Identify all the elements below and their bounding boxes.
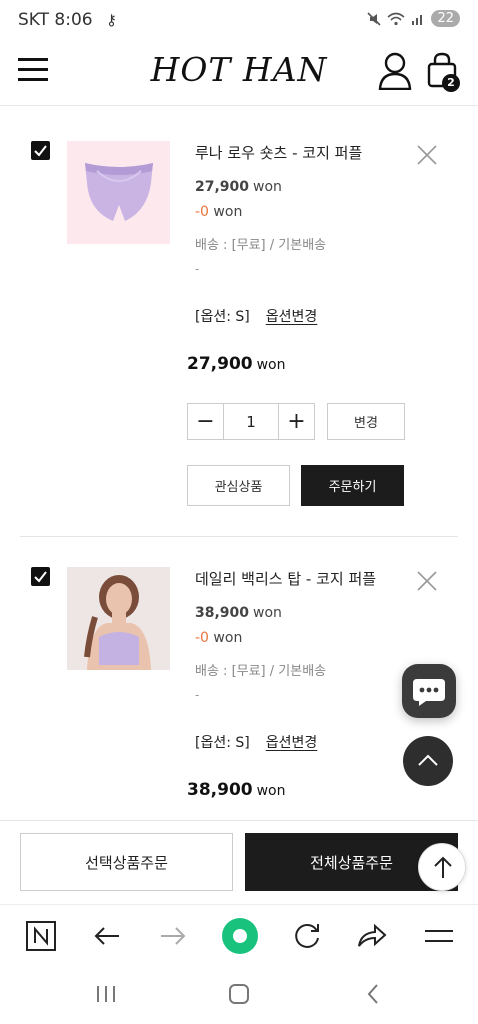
checkmark-icon xyxy=(34,145,47,157)
signal-icon xyxy=(412,14,423,25)
browser-menu-icon[interactable] xyxy=(422,919,456,953)
product-name[interactable]: 데일리 백리스 탑 - 코지 퍼플 xyxy=(195,568,376,589)
currency-label: won xyxy=(253,179,282,195)
clock: 8:06 xyxy=(54,10,93,30)
system-navigation-bar xyxy=(0,966,478,1024)
option-label: [옵션: S] xyxy=(195,309,250,325)
share-icon[interactable] xyxy=(355,919,389,953)
home-icon[interactable] xyxy=(225,982,253,1006)
quantity-stepper: − 1 + xyxy=(187,403,315,440)
chat-bubble-icon xyxy=(413,679,445,706)
browser-scroll-up-button[interactable] xyxy=(418,843,466,891)
option-row: [옵션: S] 옵션변경 xyxy=(195,732,317,752)
cart-button[interactable]: 2 xyxy=(424,52,462,92)
extra-info: - xyxy=(195,688,200,702)
back-icon[interactable] xyxy=(360,982,388,1006)
chevron-up-icon xyxy=(418,754,438,766)
refresh-icon[interactable] xyxy=(290,919,324,953)
quantity-change-button[interactable]: 변경 xyxy=(327,403,405,440)
total-value: 38,900 xyxy=(187,780,253,800)
product-thumbnail[interactable] xyxy=(67,141,170,244)
discount-value: -0 xyxy=(195,630,209,646)
product-name[interactable]: 루나 로우 숏츠 - 코지 퍼플 xyxy=(195,142,362,163)
total-value: 27,900 xyxy=(187,354,253,374)
remove-item-icon[interactable] xyxy=(416,144,438,166)
status-right: 22 xyxy=(367,10,460,27)
option-row: [옵션: S] 옵션변경 xyxy=(195,306,317,326)
option-change-link[interactable]: 옵션변경 xyxy=(266,735,318,751)
browser-toolbar xyxy=(0,904,478,966)
status-bar: SKT 8:06 ⚷ 22 xyxy=(0,0,478,40)
quantity-input[interactable]: 1 xyxy=(224,404,278,439)
scroll-top-button[interactable] xyxy=(403,736,453,786)
extra-info: - xyxy=(195,262,200,276)
battery-indicator: 22 xyxy=(431,10,460,27)
currency-label: won xyxy=(213,630,243,646)
order-item-button[interactable]: 주문하기 xyxy=(301,465,404,506)
product-price: 27,900 won xyxy=(195,179,282,195)
mute-icon xyxy=(367,11,382,26)
naver-home-icon[interactable] xyxy=(24,919,58,953)
wifi-icon xyxy=(387,12,405,25)
checkmark-icon xyxy=(34,571,47,583)
green-dot-icon[interactable] xyxy=(221,917,259,955)
status-left: SKT 8:06 ⚷ xyxy=(18,10,117,30)
currency-label: won xyxy=(253,605,282,621)
chat-button[interactable] xyxy=(402,664,456,718)
discount-amount: -0 won xyxy=(195,204,242,220)
order-action-bar: 선택상품주문 전체상품주문 xyxy=(0,820,478,904)
option-label: [옵션: S] xyxy=(195,735,250,751)
order-selected-button[interactable]: 선택상품주문 xyxy=(20,833,233,891)
option-change-link[interactable]: 옵션변경 xyxy=(266,309,318,325)
shipping-info: 배송 : [무료] / 기본배송 xyxy=(195,664,327,679)
cart-count-badge: 2 xyxy=(442,74,460,92)
product-price: 38,900 won xyxy=(195,605,282,621)
discount-amount: -0 won xyxy=(195,630,242,646)
currency-label: won xyxy=(213,204,243,220)
user-account-icon[interactable] xyxy=(378,52,412,90)
item-divider xyxy=(20,536,458,537)
recent-apps-icon[interactable] xyxy=(92,982,120,1006)
price-value: 38,900 xyxy=(195,605,250,621)
quantity-increase-button[interactable]: + xyxy=(278,404,314,439)
item-total: 27,900 won xyxy=(187,354,286,374)
screen: SKT 8:06 ⚷ 22 HOT HAN 2 루나 로우 숏츠 - 코지 퍼플… xyxy=(0,0,478,1024)
key-icon: ⚷ xyxy=(106,11,118,29)
currency-label: won xyxy=(256,357,286,373)
item-checkbox[interactable] xyxy=(31,141,50,160)
product-thumbnail[interactable] xyxy=(67,567,170,670)
quantity-decrease-button[interactable]: − xyxy=(188,404,224,439)
forward-arrow-icon[interactable] xyxy=(156,919,190,953)
back-arrow-icon[interactable] xyxy=(90,919,124,953)
site-header: HOT HAN 2 xyxy=(0,42,478,106)
wishlist-button[interactable]: 관심상품 xyxy=(187,465,290,506)
carrier-label: SKT xyxy=(18,10,50,30)
shorts-image xyxy=(67,141,170,244)
discount-value: -0 xyxy=(195,204,209,220)
price-value: 27,900 xyxy=(195,179,250,195)
item-checkbox[interactable] xyxy=(31,567,50,586)
shipping-info: 배송 : [무료] / 기본배송 xyxy=(195,238,327,253)
currency-label: won xyxy=(256,783,286,799)
arrow-up-icon xyxy=(434,856,452,878)
model-photo-image xyxy=(67,567,170,670)
item-total: 38,900 won xyxy=(187,780,286,800)
remove-item-icon[interactable] xyxy=(416,570,438,592)
